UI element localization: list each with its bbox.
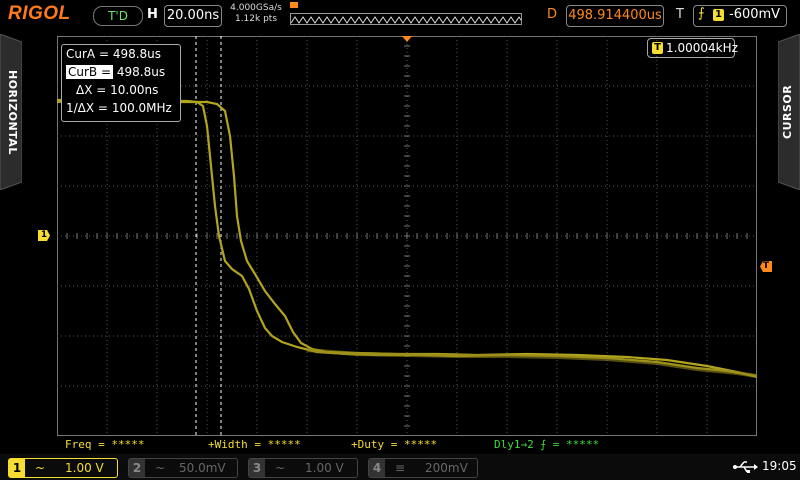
measure-freq-value: ***** — [111, 438, 145, 451]
measure-freq[interactable]: Freq = ***** — [65, 438, 145, 451]
cursor-b-label[interactable]: CurB = — [66, 65, 114, 79]
usb-icon — [732, 458, 758, 476]
delay-value[interactable]: 498.914400us — [566, 5, 664, 27]
frequency-counter: T 1.00004kHz — [647, 38, 738, 58]
trigger-status: T'D — [93, 6, 143, 26]
cursor-a-label: CurA = — [66, 47, 109, 61]
channel-2-status[interactable]: 2 ~ 50.0mV — [128, 458, 238, 478]
memory-depth: 1.12k pts — [234, 14, 278, 24]
channel-4-scale: 200mV — [425, 461, 468, 475]
cursor-side-tab[interactable]: CURSOR — [778, 34, 800, 190]
channel-1-scale: 1.00 V — [65, 461, 104, 475]
channel-3-scale: 1.00 V — [305, 461, 344, 475]
cursor-readout-panel: CurA = 498.8us CurB = 498.8us ΔX = 10.00… — [61, 44, 181, 122]
channel-1-number: 1 — [9, 459, 25, 477]
measure-delay-label: Dly1→2 — [494, 438, 534, 451]
horizontal-tab-label: HORIZONTAL — [6, 69, 19, 155]
ac-coupling-icon: ~ — [275, 461, 286, 475]
channel-2-scale: 50.0mV — [179, 461, 226, 475]
channel-4-status[interactable]: 4 ≡ 200mV — [368, 458, 478, 478]
cursor-a-value: 498.8us — [112, 47, 162, 61]
measurement-row: Freq = ***** +Width = ***** +Duty = ****… — [0, 437, 800, 453]
falling-edge-icon: ⨍ — [540, 438, 547, 451]
frequency-value: 1.00004kHz — [666, 41, 738, 55]
measure-delay-equals: = — [552, 438, 560, 451]
measure-duty-value: ***** — [403, 438, 438, 451]
cursor-b-value: 498.8us — [116, 65, 166, 79]
measure-width-label: +Width = — [208, 438, 261, 451]
measure-freq-label: Freq = — [65, 438, 105, 451]
inverse-delta-x-value: 100.0MHz — [111, 101, 172, 115]
cursor-a-row: CurA = 498.8us — [66, 47, 161, 61]
trigger-level-marker[interactable]: T — [760, 261, 772, 272]
channel-1-status[interactable]: 1 ~ 1.00 V — [8, 458, 118, 478]
inverse-delta-x-row: 1/ΔX = 100.0MHz — [66, 101, 172, 115]
delta-x-row: ΔX = 10.00ns — [76, 83, 158, 97]
channel-4-number: 4 — [369, 459, 385, 477]
clock-time: 19:05 — [762, 459, 797, 473]
cursor-b-row: CurB = 498.8us — [66, 65, 165, 79]
memory-position-marker — [290, 2, 298, 8]
delta-x-label: ΔX = — [76, 83, 107, 97]
ac-coupling-icon: ~ — [155, 461, 166, 475]
channel-2-number: 2 — [129, 459, 145, 477]
timebase-value[interactable]: 20.00ns — [164, 5, 222, 27]
measure-duty[interactable]: +Duty = ***** — [351, 438, 437, 451]
measure-width-value: ***** — [267, 438, 301, 451]
trigger-label: T — [676, 7, 684, 22]
horizontal-label: H — [147, 7, 158, 22]
sample-rate: 4.000GSa/s — [230, 3, 282, 13]
measure-delay-value: ***** — [565, 438, 600, 451]
channel-status-bar: 1 ~ 1.00 V 2 ~ 50.0mV 3 ~ 1.00 V 4 ≡ 200… — [0, 454, 800, 480]
dc-coupling-icon: ≡ — [395, 461, 406, 475]
delta-x-value: 10.00ns — [110, 83, 159, 97]
ch1-offset-marker[interactable]: 1 — [38, 230, 50, 241]
frequency-trigger-badge: T — [652, 42, 663, 54]
ac-coupling-icon: ~ — [35, 461, 46, 475]
brand-logo: RIGOL — [8, 3, 71, 24]
horizontal-side-tab[interactable]: HORIZONTAL — [0, 34, 22, 190]
inverse-delta-x-label: 1/ΔX = — [66, 101, 108, 115]
top-status-bar: RIGOL T'D H 20.00ns 4.000GSa/s 1.12k pts… — [0, 0, 800, 32]
measure-width[interactable]: +Width = ***** — [208, 438, 301, 451]
delay-label: D — [547, 7, 558, 22]
cursor-tab-label: CURSOR — [781, 84, 794, 140]
memory-waveform-overview — [290, 13, 522, 25]
measure-delay[interactable]: Dly1→2 ⨍ = ***** — [494, 438, 599, 451]
acquisition-info: 4.000GSa/s 1.12k pts — [229, 3, 283, 25]
falling-edge-icon: ⨍ — [698, 6, 705, 21]
trigger-level: -600mV — [729, 7, 781, 22]
measure-duty-label: +Duty = — [351, 438, 398, 451]
channel-3-status[interactable]: 3 ~ 1.00 V — [248, 458, 358, 478]
channel-3-number: 3 — [249, 459, 265, 477]
trigger-source-badge: 1 — [713, 9, 724, 21]
